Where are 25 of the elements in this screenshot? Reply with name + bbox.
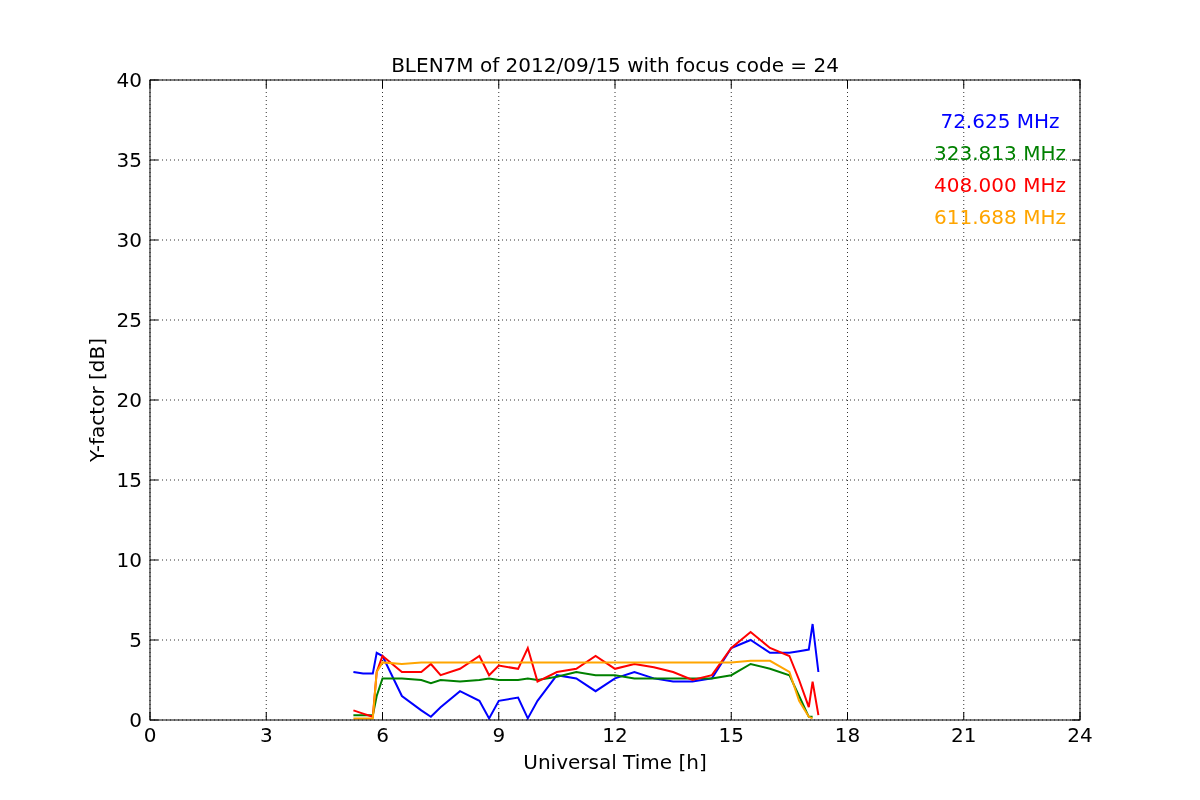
tick-label: 20	[116, 388, 142, 412]
tick-label: 9	[492, 723, 506, 747]
axis-label: Universal Time [h]	[523, 750, 707, 774]
axis-label: Y-factor [dB]	[85, 338, 109, 462]
tick-label: 30	[116, 228, 142, 252]
tick-label: 15	[116, 468, 142, 492]
legend-label: 72.625 MHz	[940, 109, 1060, 133]
tick-label: 0	[129, 708, 142, 732]
tick-label: 12	[602, 723, 628, 747]
tick-label: 18	[834, 723, 861, 747]
tick-label: 40	[116, 68, 142, 92]
tick-label: 35	[116, 148, 142, 172]
legend-label: 611.688 MHz	[934, 205, 1066, 229]
tick-label: 15	[718, 723, 744, 747]
legend-label: 408.000 MHz	[934, 173, 1066, 197]
tick-label: 21	[951, 723, 977, 747]
chart-title: BLEN7M of 2012/09/15 with focus code = 24	[391, 53, 839, 77]
legend-label: 323.813 MHz	[934, 141, 1066, 165]
tick-label: 10	[116, 548, 142, 572]
tick-label: 0	[143, 723, 157, 747]
tick-label: 6	[376, 723, 389, 747]
tick-label: 24	[1067, 723, 1093, 747]
tick-label: 5	[129, 628, 142, 652]
tick-label: 3	[259, 723, 273, 747]
tick-label: 25	[116, 308, 142, 332]
